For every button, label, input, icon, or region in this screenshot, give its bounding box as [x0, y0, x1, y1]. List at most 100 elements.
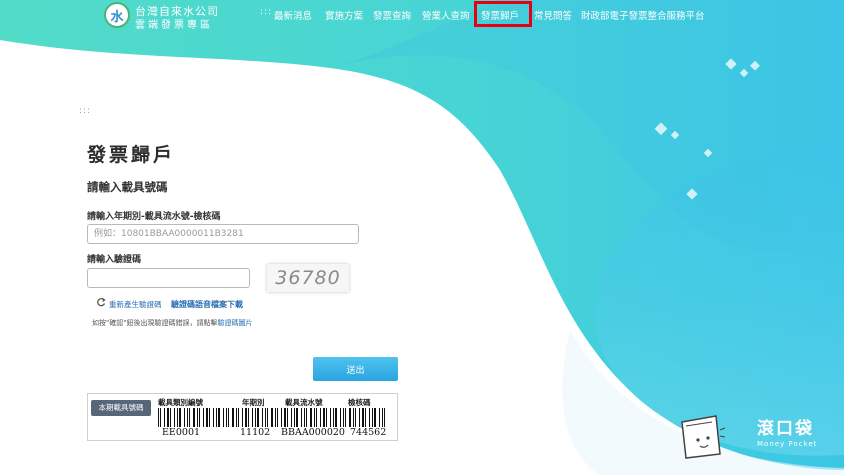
- barcode-stripe: [248, 408, 249, 427]
- barcode-stripe: [158, 408, 159, 427]
- watermark-subtitle: Money Pocket: [757, 440, 818, 448]
- barcode-stripe: [265, 408, 266, 427]
- barcode-stripe: [257, 408, 259, 427]
- barcode-stripe: [287, 408, 288, 427]
- menu-dots-icon[interactable]: :::: [79, 106, 91, 116]
- refresh-icon[interactable]: [96, 297, 106, 307]
- barcode-stripe: [197, 408, 198, 427]
- nav-item-plan[interactable]: 實施方案: [325, 8, 363, 22]
- barcode-stripe: [374, 408, 376, 427]
- barcode-stripe: [189, 408, 190, 427]
- submit-button[interactable]: 送出: [313, 357, 398, 381]
- barcode-stripe: [271, 408, 273, 427]
- barcode-stripe: [203, 408, 204, 427]
- page-title: 發票歸戶: [87, 144, 176, 166]
- barcode-stripe: [213, 408, 214, 427]
- nav-item-invoice-query[interactable]: 發票查詢: [373, 8, 411, 22]
- barcode-stripe: [355, 408, 356, 427]
- barcode-stripe: [160, 408, 161, 427]
- barcode-stripe: [291, 408, 292, 427]
- barcode-stripe: [384, 408, 385, 427]
- barcode-stripe: [301, 408, 302, 427]
- captcha-input[interactable]: [87, 268, 250, 288]
- barcode-stripe: [193, 408, 195, 427]
- barcode-stripe: [316, 408, 317, 427]
- section-subtitle: 請輸入載具號碼: [87, 180, 168, 194]
- barcode-stripe: [236, 408, 237, 427]
- watermark-brand: 滾口袋: [757, 419, 814, 439]
- barcode-stripe: [252, 408, 253, 427]
- barcode-stripe: [281, 408, 282, 427]
- nav-item-mof-platform[interactable]: 財政部電子發票整合服務平台: [581, 8, 705, 22]
- barcode-stripe: [306, 408, 307, 427]
- barcode-stripe: [275, 408, 276, 427]
- barcode-stripe: [349, 408, 351, 427]
- refresh-captcha-link[interactable]: 重新產生驗證碼: [109, 299, 162, 310]
- barcode-image: [158, 408, 385, 427]
- captcha-audio-download-link[interactable]: 驗證碼語音檔案下載: [171, 299, 243, 310]
- barcode-stripe: [184, 408, 185, 427]
- nav-item-news[interactable]: 最新消息: [274, 8, 312, 22]
- barcode-stripe: [187, 408, 188, 427]
- barcode-stripe: [209, 408, 210, 427]
- barcode-stripe: [177, 408, 178, 427]
- barcode-stripe: [167, 408, 169, 427]
- value-serial: BBAA000020: [281, 427, 345, 438]
- logo-icon[interactable]: 水: [104, 2, 130, 28]
- nav-item-faq[interactable]: 常見問答: [534, 8, 572, 22]
- carrier-number-label: 請輸入年期別-載具流水號-檢核碼: [87, 212, 221, 222]
- money-pocket-logo-icon: [681, 415, 726, 459]
- barcode-stripe: [199, 408, 200, 427]
- barcode-stripe: [340, 408, 341, 427]
- barcode-stripe: [323, 408, 325, 427]
- barcode-stripe: [310, 408, 312, 427]
- barcode-stripe: [245, 408, 247, 427]
- barcode-stripe: [330, 408, 331, 427]
- barcode-stripe: [320, 408, 321, 427]
- barcode-stripe: [206, 408, 208, 427]
- barcode-stripe: [255, 408, 256, 427]
- note-text: 如按"確認"鈕後出現驗證碼錯誤，請點擊: [92, 319, 218, 327]
- barcode-stripe: [353, 408, 354, 427]
- barcode-stripe: [179, 408, 181, 427]
- nav-dots-icon: :::: [260, 7, 273, 17]
- barcode-stripe: [369, 408, 370, 427]
- barcode-stripe: [343, 408, 344, 427]
- carrier-number-input[interactable]: [87, 224, 359, 244]
- barcode-stripe: [164, 408, 165, 427]
- barcode-stripe: [314, 408, 315, 427]
- value-period: 11102: [240, 427, 271, 438]
- nav-item-business-query[interactable]: 營業人查詢: [422, 8, 470, 22]
- barcode-stripe: [242, 408, 243, 427]
- barcode-stripe: [345, 408, 346, 427]
- header-serial: 載具流水號: [285, 398, 323, 407]
- header-carrier-type: 載具類別編號: [158, 398, 203, 407]
- captcha-label: 請輸入驗證碼: [87, 255, 142, 265]
- barcode-stripe: [228, 408, 229, 427]
- carrier-barcode-card: 本期載具號碼 載具類別編號 年期別 載具流水號 檢核碼 EE0001 11102…: [87, 393, 398, 441]
- captcha-image-link[interactable]: 驗證碼圖片: [217, 319, 252, 327]
- barcode-stripe: [304, 408, 305, 427]
- barcode-stripe: [174, 408, 175, 427]
- barcode-stripe: [362, 408, 364, 427]
- value-check-code: 744562: [350, 427, 387, 438]
- barcode-stripe: [232, 408, 234, 427]
- active-nav-highlight: [474, 1, 532, 27]
- header-check-code: 檢核碼: [348, 398, 371, 407]
- barcode-stripe: [365, 408, 366, 427]
- header-period: 年期別: [242, 398, 265, 407]
- brand-subtitle: 雲端發票專區: [135, 20, 213, 31]
- barcode-stripe: [326, 408, 327, 427]
- barcode-stripe: [382, 408, 383, 427]
- barcode-stripe: [267, 408, 268, 427]
- barcode-stripe: [223, 408, 224, 427]
- barcode-stripe: [238, 408, 239, 427]
- barcode-stripe: [372, 408, 373, 427]
- barcode-stripe: [359, 408, 360, 427]
- barcode-stripe: [333, 408, 334, 427]
- barcode-stripe: [296, 408, 298, 427]
- barcode-stripe: [170, 408, 171, 427]
- value-carrier-type: EE0001: [162, 427, 201, 438]
- current-carrier-tag: 本期載具號碼: [91, 400, 151, 416]
- barcode-stripe: [294, 408, 295, 427]
